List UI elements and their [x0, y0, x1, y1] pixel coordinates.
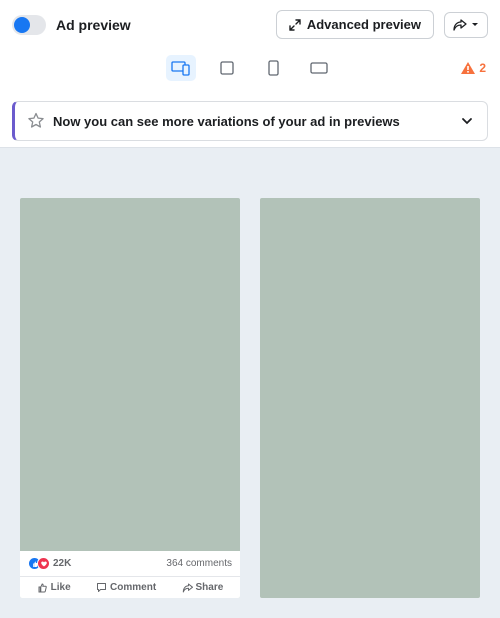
page-title: Ad preview — [56, 17, 266, 33]
ad-preview-toggle[interactable] — [12, 15, 46, 35]
reactions-count: 22K — [53, 558, 71, 569]
expand-icon — [289, 19, 301, 31]
post-footer: 22K 364 comments Like Comment Share — [20, 551, 240, 598]
comment-label: Comment — [110, 582, 156, 593]
banner-text: Now you can see more variations of your … — [53, 114, 451, 129]
advanced-preview-label: Advanced preview — [307, 17, 421, 32]
device-all-button[interactable] — [166, 55, 196, 81]
device-preview-selector — [166, 55, 334, 81]
device-portrait-button[interactable] — [258, 55, 288, 81]
preview-card-alt — [260, 198, 480, 598]
devices-icon — [171, 60, 191, 76]
share-icon — [182, 583, 193, 593]
chevron-down-icon — [459, 114, 475, 128]
warning-triangle-icon — [461, 62, 475, 75]
share-dropdown-button[interactable] — [444, 12, 488, 38]
comment-icon — [96, 582, 107, 593]
square-icon — [220, 61, 234, 75]
warning-count: 2 — [479, 61, 486, 75]
device-landscape-button[interactable] — [304, 55, 334, 81]
comment-button[interactable]: Comment — [96, 582, 156, 593]
thumb-up-icon — [37, 582, 48, 593]
like-label: Like — [51, 582, 71, 593]
preview-card-feed: 22K 364 comments Like Comment Share — [20, 198, 240, 598]
info-banner[interactable]: Now you can see more variations of your … — [12, 101, 488, 141]
portrait-icon — [268, 60, 279, 76]
caret-down-icon — [471, 21, 479, 29]
share-button[interactable]: Share — [182, 582, 224, 593]
warning-indicator[interactable]: 2 — [461, 61, 486, 75]
love-reaction-icon — [37, 557, 50, 570]
star-icon — [27, 112, 45, 130]
landscape-icon — [310, 62, 328, 74]
reactions-summary[interactable]: 22K — [28, 557, 71, 570]
share-label: Share — [196, 582, 224, 593]
share-arrow-icon — [453, 19, 467, 31]
advanced-preview-button[interactable]: Advanced preview — [276, 10, 434, 39]
like-button[interactable]: Like — [37, 582, 71, 593]
device-square-button[interactable] — [212, 55, 242, 81]
comments-count[interactable]: 364 comments — [166, 558, 232, 569]
